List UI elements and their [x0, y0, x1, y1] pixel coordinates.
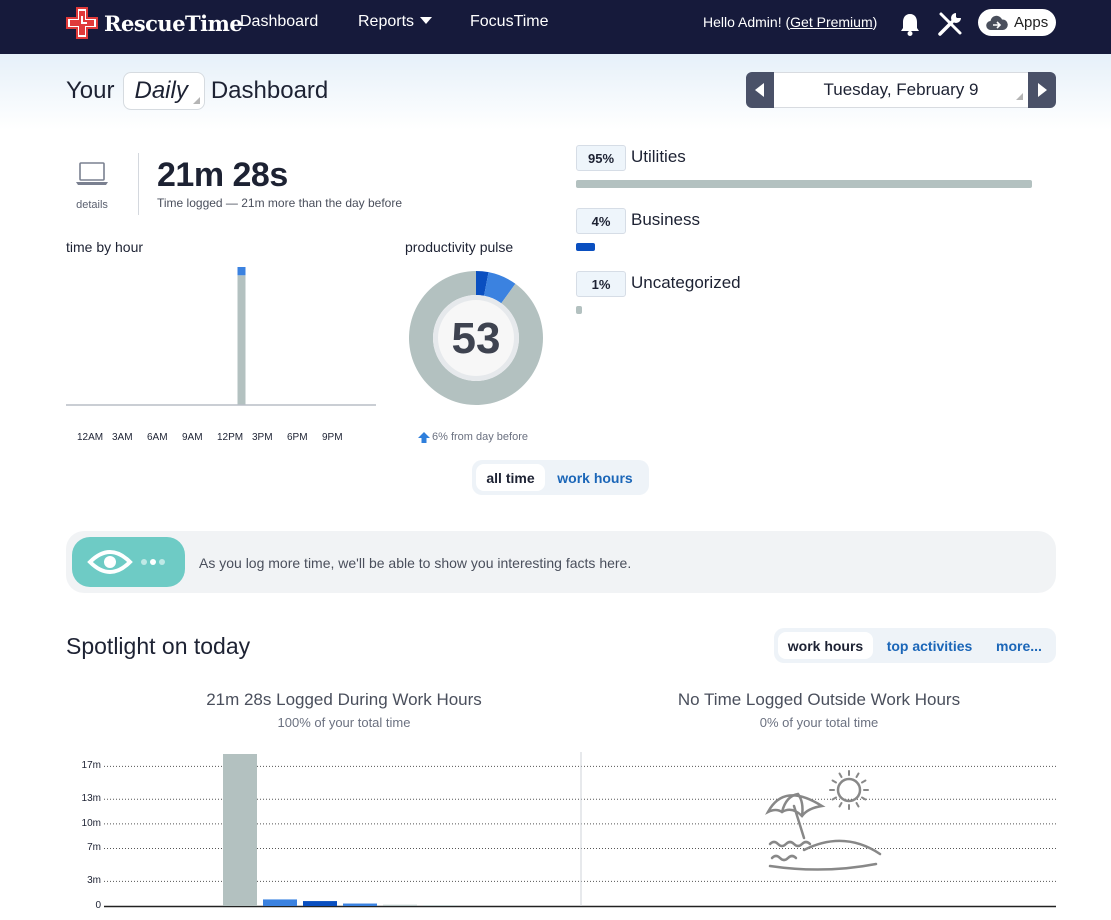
next-day-button[interactable]: [1028, 72, 1056, 108]
dropdown-corner-icon: [192, 97, 200, 104]
work-hours-bar-chart: [104, 752, 1056, 908]
spotlight-tabs: work hours top activities more...: [774, 628, 1056, 663]
activity-bar[interactable]: [423, 905, 457, 906]
arrow-left-icon: [755, 83, 764, 97]
bell-icon[interactable]: [896, 10, 924, 38]
pulse-change: 6% from day before: [418, 431, 528, 443]
rescuetime-logo[interactable]: RescueTime: [66, 7, 243, 39]
title-suffix: Dashboard: [210, 77, 329, 104]
facts-banner: As you log more time, we'll be able to s…: [66, 531, 1056, 593]
outside-hours-subheading: 0% of your total time: [759, 715, 879, 730]
hour-bar[interactable]: [237, 275, 246, 405]
date-value: Tuesday, February 9: [823, 80, 979, 99]
y-tick-label: 17m: [81, 760, 101, 772]
period-select[interactable]: Daily: [122, 72, 205, 110]
toggle-all-time[interactable]: all time: [476, 464, 545, 491]
details-button[interactable]: details: [66, 160, 118, 211]
category-percent-badge: 1%: [576, 271, 626, 297]
hour-tick-label: 3PM: [252, 432, 273, 443]
spotlight-title: Spotlight on today: [66, 633, 251, 659]
hour-tick-label: 9PM: [322, 432, 343, 443]
work-hours-subheading: 100% of your total time: [277, 715, 411, 730]
hour-tick-label: 6AM: [147, 432, 168, 443]
hour-tick-label: 12PM: [217, 432, 244, 443]
laptop-icon: [76, 162, 108, 185]
productivity-pulse-score: 53: [451, 314, 501, 363]
date-picker[interactable]: Tuesday, February 9: [774, 72, 1028, 108]
category-row[interactable]: 4% Business: [576, 208, 1056, 254]
category-name: Utilities: [631, 147, 686, 166]
total-time-logged: 21m 28s: [157, 156, 288, 194]
activity-bar[interactable]: [343, 903, 377, 906]
logo-cross-icon: [66, 7, 98, 39]
hour-tick-label: 12AM: [77, 432, 104, 443]
arrow-right-icon: [1038, 83, 1047, 97]
work-hours-heading: 21m 28s Logged During Work Hours: [206, 690, 482, 709]
greeting-end: ): [872, 14, 878, 30]
apps-button[interactable]: Apps: [978, 9, 1056, 36]
time-logged-subtitle: Time logged — 21m more than the day befo…: [157, 196, 403, 210]
y-tick-label: 7m: [87, 842, 101, 854]
dashboard-title: Your Daily Dashboard: [66, 72, 328, 110]
time-range-toggle: all time work hours: [472, 460, 649, 495]
greeting-text: Hello Admin! (: [703, 14, 791, 30]
greeting: Hello Admin! (Get Premium): [703, 14, 877, 30]
nav-reports-menu[interactable]: Reports: [358, 13, 433, 31]
previous-day-button[interactable]: [746, 72, 774, 108]
hour-tick-label: 3AM: [112, 432, 133, 443]
tab-top-activities[interactable]: top activities: [879, 632, 980, 659]
category-row[interactable]: 1% Uncategorized: [576, 271, 1056, 317]
toggle-work-hours[interactable]: work hours: [545, 464, 645, 491]
activity-bar[interactable]: [383, 904, 417, 906]
y-tick-label: 3m: [87, 875, 101, 887]
details-label: details: [76, 199, 108, 211]
time-by-hour-label: time by hour: [66, 239, 144, 255]
hour-tick-label: 6PM: [287, 432, 308, 443]
brand-name: RescueTime: [104, 10, 243, 36]
eye-icon: [87, 550, 165, 574]
category-bar: [576, 243, 595, 251]
chevron-down-icon: [420, 17, 433, 24]
category-bar: [576, 306, 582, 314]
arrow-up-icon: [418, 431, 430, 443]
productivity-pulse-label: productivity pulse: [405, 239, 514, 255]
activity-bar[interactable]: [223, 754, 257, 906]
tools-icon[interactable]: [936, 10, 964, 38]
y-tick-label: 10m: [81, 817, 101, 829]
nav-focustime-link[interactable]: FocusTime: [470, 13, 549, 31]
top-navigation-bar: RescueTime Dashboard Reports FocusTime H…: [0, 0, 1111, 54]
dropdown-corner-icon: [1016, 93, 1023, 100]
category-percent-badge: 95%: [576, 145, 626, 171]
nav-dashboard-link[interactable]: Dashboard: [240, 13, 318, 31]
pulse-change-text: 6% from day before: [432, 431, 528, 443]
vertical-divider: [138, 153, 139, 215]
apps-label: Apps: [1014, 14, 1049, 31]
insights-badge: [72, 537, 185, 587]
tab-more[interactable]: more...: [988, 632, 1050, 659]
hour-tick-label: 9AM: [182, 432, 203, 443]
get-premium-link[interactable]: Get Premium: [790, 14, 872, 30]
title-prefix: Your: [66, 77, 115, 104]
category-percent-badge: 4%: [576, 208, 626, 234]
y-tick-label: 13m: [81, 793, 101, 805]
outside-hours-heading: No Time Logged Outside Work Hours: [677, 690, 961, 709]
category-row[interactable]: 95% Utilities: [576, 145, 1056, 191]
category-bar: [576, 180, 1032, 188]
category-name: Uncategorized: [631, 273, 741, 292]
activity-bar[interactable]: [263, 899, 297, 906]
time-by-hour-chart: [66, 267, 376, 406]
cloud-icon: [986, 15, 1008, 30]
date-navigator: Tuesday, February 9: [746, 72, 1056, 108]
tab-work-hours[interactable]: work hours: [778, 632, 873, 659]
y-tick-label: 0: [95, 900, 101, 911]
activity-bar[interactable]: [303, 901, 337, 906]
facts-message: As you log more time, we'll be able to s…: [199, 555, 632, 571]
nav-reports-label: Reports: [358, 13, 415, 30]
category-name: Business: [631, 210, 700, 229]
period-value: Daily: [134, 77, 188, 104]
beach-umbrella-icon: [765, 770, 882, 871]
hour-bar-productive-segment[interactable]: [237, 267, 246, 276]
